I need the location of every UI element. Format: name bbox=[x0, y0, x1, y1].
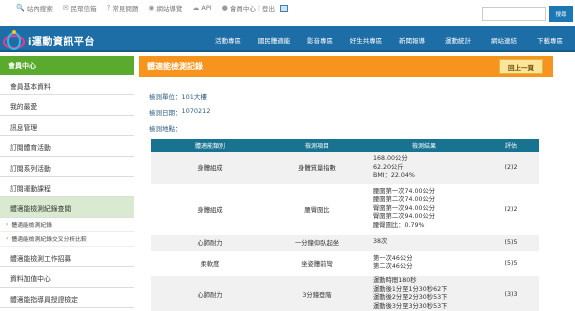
record-info: 檢測單位： 101大樓 檢測日期： 1070212 檢測地點： bbox=[139, 91, 553, 135]
info-unit: 檢測單位： 101大樓 bbox=[149, 93, 207, 101]
nav-media[interactable]: 影音專區 bbox=[297, 35, 343, 45]
nav-news[interactable]: 新聞報導 bbox=[389, 35, 435, 45]
column-header: 體適能類別 bbox=[151, 139, 269, 152]
sidebar-item-data-center[interactable]: 資料加值中心 bbox=[0, 267, 134, 288]
cell-results: 168.00公分 62.20公斤 BMI：22.04% bbox=[365, 152, 483, 185]
table-row: 身體組成 腰臀圍比 腰圍第一次74.00公分 腰圍第二次74.00公分 臀圍第一… bbox=[151, 184, 539, 235]
chevron-right-icon: › bbox=[6, 235, 9, 243]
search-input[interactable] bbox=[482, 7, 546, 21]
table-row: 柔軟度 坐姿體前彎 第一次46公分 第二次46公分 (5)5 bbox=[151, 251, 539, 276]
mailbox-link[interactable]: ✉ 民眾信箱 bbox=[63, 3, 97, 13]
cell-item: 腰臀圍比 bbox=[269, 184, 365, 235]
column-header: 檢測結果 bbox=[365, 139, 483, 152]
sitemap-link[interactable]: ◉ 網站導覽 bbox=[148, 3, 182, 13]
user-icon: ● bbox=[221, 4, 228, 12]
logo-icon bbox=[2, 29, 26, 51]
table-header-row: 體適能類別 檢測項目 檢測結果 評估 bbox=[151, 139, 539, 152]
nav-wellness[interactable]: 好生共專區 bbox=[343, 35, 389, 45]
logout-link[interactable]: 登出 bbox=[262, 3, 275, 13]
cell-item: 身體質量指數 bbox=[269, 152, 365, 185]
cell-category: 心肺耐力 bbox=[151, 275, 269, 311]
column-header: 檢測項目 bbox=[269, 139, 365, 152]
cell-item: 一分鐘仰臥起坐 bbox=[269, 234, 365, 252]
table-row: 身體組成 身體質量指數 168.00公分 62.20公斤 BMI：22.04% … bbox=[151, 152, 539, 185]
cell-eval: (2)2 bbox=[483, 152, 539, 185]
main-nav: 活動專區 國民體適能 影音專區 好生共專區 新聞報導 運動統計 網站連結 下載專… bbox=[205, 35, 573, 45]
sidebar-item-profile[interactable]: 會員基本資料 bbox=[0, 75, 134, 96]
main-content: 體適能檢測記錄 回上一頁 檢測單位： 101大樓 檢測日期： 1070212 檢測地… bbox=[139, 56, 553, 311]
sidebar-subitem-records[interactable]: › 體適能檢測紀錄 bbox=[0, 218, 134, 233]
sidebar-item-recruitment[interactable]: 體適能檢測工作招募 bbox=[0, 246, 134, 268]
nav-statistics[interactable]: 運動統計 bbox=[435, 35, 481, 45]
cell-category: 柔軟度 bbox=[151, 251, 269, 276]
cell-eval: (3)3 bbox=[483, 275, 539, 311]
cell-item: 3分鐘登階 bbox=[269, 275, 365, 311]
nav-downloads[interactable]: 下載專區 bbox=[527, 35, 573, 45]
page-title: 體適能檢測記錄 bbox=[147, 62, 203, 71]
chevron-right-icon: › bbox=[6, 220, 9, 228]
info-date: 檢測日期： 1070212 bbox=[149, 107, 211, 117]
logo-text: i運動資訊平台 bbox=[28, 36, 95, 48]
sidebar-subitem-cross-analysis[interactable]: › 體適能檢測紀錄交叉分析比較 bbox=[0, 232, 134, 247]
cell-category: 身體組成 bbox=[151, 152, 269, 185]
cell-eval: (5)5 bbox=[483, 251, 539, 276]
member-center-link[interactable]: 會員中心 bbox=[230, 3, 256, 13]
cell-item: 坐姿體前彎 bbox=[269, 251, 365, 276]
top-utility-bar: 🔍 站內搜索 ✉ 民眾信箱 ? 常見問題 ◉ 網站導覽 ☁ API ● 會員中心 | 登出… bbox=[0, 0, 575, 26]
sidebar-item-courses[interactable]: 訂閱運動課程 bbox=[0, 176, 134, 198]
back-button[interactable]: 回上一頁 bbox=[499, 59, 543, 74]
nav-activities[interactable]: 活動專區 bbox=[205, 35, 251, 45]
cell-category: 心肺耐力 bbox=[151, 234, 269, 252]
cell-results: 第一次46公分 第二次46公分 bbox=[365, 251, 483, 276]
cell-results: 腰圍第一次74.00公分 腰圍第二次74.00公分 臀圍第一次94.00公分 臀… bbox=[365, 184, 483, 235]
column-header: 評估 bbox=[483, 139, 539, 152]
sidebar-item-messages[interactable]: 訊息管理 bbox=[0, 115, 134, 137]
results-table: 體適能類別 檢測項目 檢測結果 評估 身體組成 身體質量指數 168.00公分 … bbox=[151, 139, 539, 311]
nav-links[interactable]: 網站連結 bbox=[481, 35, 527, 45]
sidebar-item-series-events[interactable]: 訂閱系列活動 bbox=[0, 156, 134, 177]
image-icon[interactable] bbox=[280, 4, 289, 12]
member-links: ● 會員中心 | 登出 bbox=[221, 3, 289, 13]
api-link[interactable]: ☁ API bbox=[192, 3, 211, 13]
faq-link[interactable]: ? 常見問題 bbox=[107, 3, 139, 13]
sidebar-item-sport-events[interactable]: 訂閱體育活動 bbox=[0, 136, 134, 157]
mail-icon: ✉ bbox=[62, 4, 69, 12]
cell-results: 運動時間180秒 運動後1分至1分30秒62下 運動後2分至2分30秒53下 運… bbox=[365, 275, 483, 311]
info-location: 檢測地點： bbox=[149, 125, 182, 133]
table-row: 心肺耐力 一分鐘仰臥起坐 38次 (5)5 bbox=[151, 234, 539, 252]
table-row: 心肺耐力 3分鐘登階 運動時間180秒 運動後1分至1分30秒62下 運動後2分… bbox=[151, 275, 539, 311]
search-button[interactable]: 搜尋 bbox=[549, 6, 573, 22]
sidebar-item-instructor-cert[interactable]: 體適能指導員授證檢定 bbox=[0, 287, 134, 308]
separator: | bbox=[257, 4, 261, 12]
nav-fitness[interactable]: 國民體適能 bbox=[251, 35, 297, 45]
utility-links: 🔍 站內搜索 ✉ 民眾信箱 ? 常見問題 ◉ 網站導覽 ☁ API ● 會員中心 | 登出 bbox=[16, 3, 289, 13]
site-logo[interactable]: i運動資訊平台 bbox=[2, 27, 102, 53]
cell-category: 身體組成 bbox=[151, 184, 269, 235]
cell-results: 38次 bbox=[365, 234, 483, 252]
sidebar-item-fitness-records[interactable]: 體適能檢測紀錄查閱 bbox=[0, 197, 134, 218]
site-search-link[interactable]: 🔍 站內搜索 bbox=[16, 3, 53, 13]
cell-eval: (5)5 bbox=[483, 234, 539, 252]
cloud-icon: ☁ bbox=[192, 4, 200, 12]
sidebar-item-favorites[interactable]: 我的最愛 bbox=[0, 95, 134, 116]
question-icon: ? bbox=[106, 4, 111, 12]
globe-icon: ◉ bbox=[148, 4, 155, 12]
sidebar: 會員中心 會員基本資料 我的最愛 訊息管理 訂閱體育活動 訂閱系列活動 訂閱運動… bbox=[0, 56, 134, 311]
sidebar-header: 會員中心 bbox=[0, 56, 134, 75]
search-icon: 🔍 bbox=[16, 4, 25, 12]
content-header: 體適能檢測記錄 回上一頁 bbox=[139, 56, 553, 77]
cell-eval: (2)2 bbox=[483, 184, 539, 235]
